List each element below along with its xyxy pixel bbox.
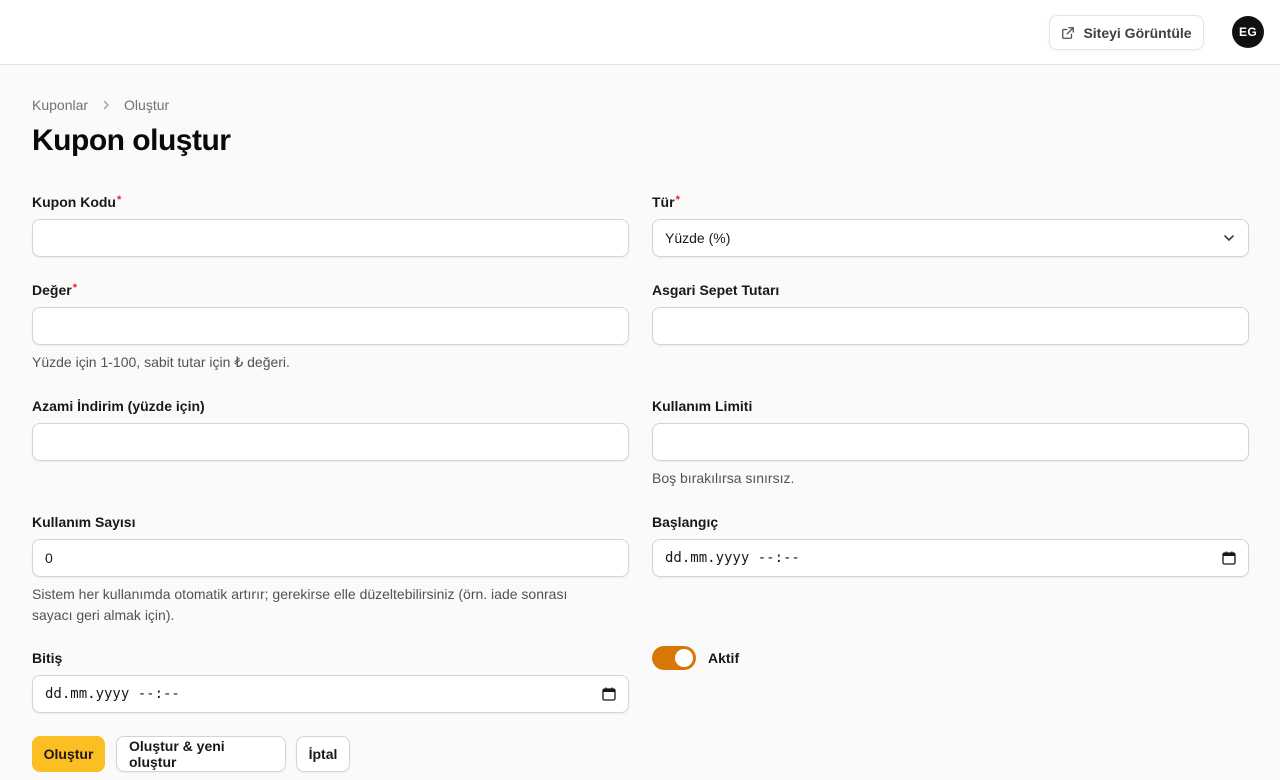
view-site-button[interactable]: Siteyi Görüntüle: [1049, 15, 1204, 50]
cancel-button[interactable]: İptal: [296, 736, 350, 772]
coupon-code-field[interactable]: [32, 219, 629, 257]
type-label: Tür*: [652, 194, 680, 210]
type-label-text: Tür: [652, 194, 675, 210]
start-datetime-placeholder: dd.mm.yyyy --:--: [665, 550, 800, 566]
usage-count-hint-line1: Sistem her kullanımda otomatik artırır; …: [32, 586, 568, 602]
start-datetime-input[interactable]: dd.mm.yyyy --:--: [652, 539, 1249, 577]
coupon-code-label-text: Kupon Kodu: [32, 194, 116, 210]
start-label: Başlangıç: [652, 514, 719, 530]
value-hint: Yüzde için 1-100, sabit tutar için ₺ değ…: [32, 354, 290, 370]
value-input[interactable]: [45, 318, 616, 334]
usage-count-hint-line2: sayacı geri almak için).: [32, 607, 175, 623]
min-cart-field[interactable]: [652, 307, 1249, 345]
breadcrumb-parent-link[interactable]: Kuponlar: [32, 97, 88, 113]
required-marker: *: [675, 194, 680, 206]
calendar-icon[interactable]: [602, 687, 616, 701]
max-discount-field[interactable]: [32, 423, 629, 461]
end-datetime-placeholder: dd.mm.yyyy --:--: [45, 686, 180, 702]
page-title: Kupon oluştur: [32, 124, 231, 157]
usage-count-hint: Sistem her kullanımda otomatik artırır; …: [32, 584, 632, 626]
toggle-knob: [675, 649, 693, 667]
end-datetime-input[interactable]: dd.mm.yyyy --:--: [32, 675, 629, 713]
create-another-button[interactable]: Oluştur & yeni oluştur: [116, 736, 286, 772]
required-marker: *: [116, 194, 122, 206]
view-site-label: Siteyi Görüntüle: [1083, 24, 1192, 41]
required-marker: *: [72, 282, 77, 294]
active-label: Aktif: [708, 650, 740, 666]
usage-count-input[interactable]: [45, 550, 616, 566]
active-toggle[interactable]: [652, 646, 696, 670]
usage-limit-label: Kullanım Limiti: [652, 398, 753, 414]
max-discount-input[interactable]: [45, 434, 616, 450]
type-select-value: Yüzde (%): [665, 230, 731, 246]
create-button[interactable]: Oluştur: [32, 736, 105, 772]
breadcrumb: Kuponlar Oluştur: [32, 97, 169, 113]
type-select[interactable]: Yüzde (%): [652, 219, 1249, 257]
value-label: Değer*: [32, 282, 77, 298]
usage-limit-input[interactable]: [665, 434, 1236, 450]
usage-limit-field[interactable]: [652, 423, 1249, 461]
coupon-code-label: Kupon Kodu*: [32, 194, 121, 210]
min-cart-input[interactable]: [665, 318, 1236, 334]
external-link-icon: [1062, 26, 1075, 39]
end-label: Bitiş: [32, 650, 63, 666]
breadcrumb-current: Oluştur: [124, 97, 170, 113]
chevron-down-icon: [1224, 235, 1234, 241]
calendar-icon[interactable]: [1222, 551, 1236, 565]
usage-count-label: Kullanım Sayısı: [32, 514, 136, 530]
usage-count-field[interactable]: [32, 539, 629, 577]
coupon-code-input[interactable]: [45, 230, 616, 246]
topbar: Siteyi Görüntüle EG: [0, 0, 1280, 65]
chevron-right-icon: [103, 100, 109, 110]
max-discount-label: Azami İndirim (yüzde için): [32, 398, 205, 414]
value-field[interactable]: [32, 307, 629, 345]
usage-limit-hint: Boş bırakılırsa sınırsız.: [652, 470, 795, 486]
avatar[interactable]: EG: [1232, 16, 1264, 48]
value-label-text: Değer: [32, 282, 72, 298]
min-cart-label: Asgari Sepet Tutarı: [652, 282, 780, 298]
